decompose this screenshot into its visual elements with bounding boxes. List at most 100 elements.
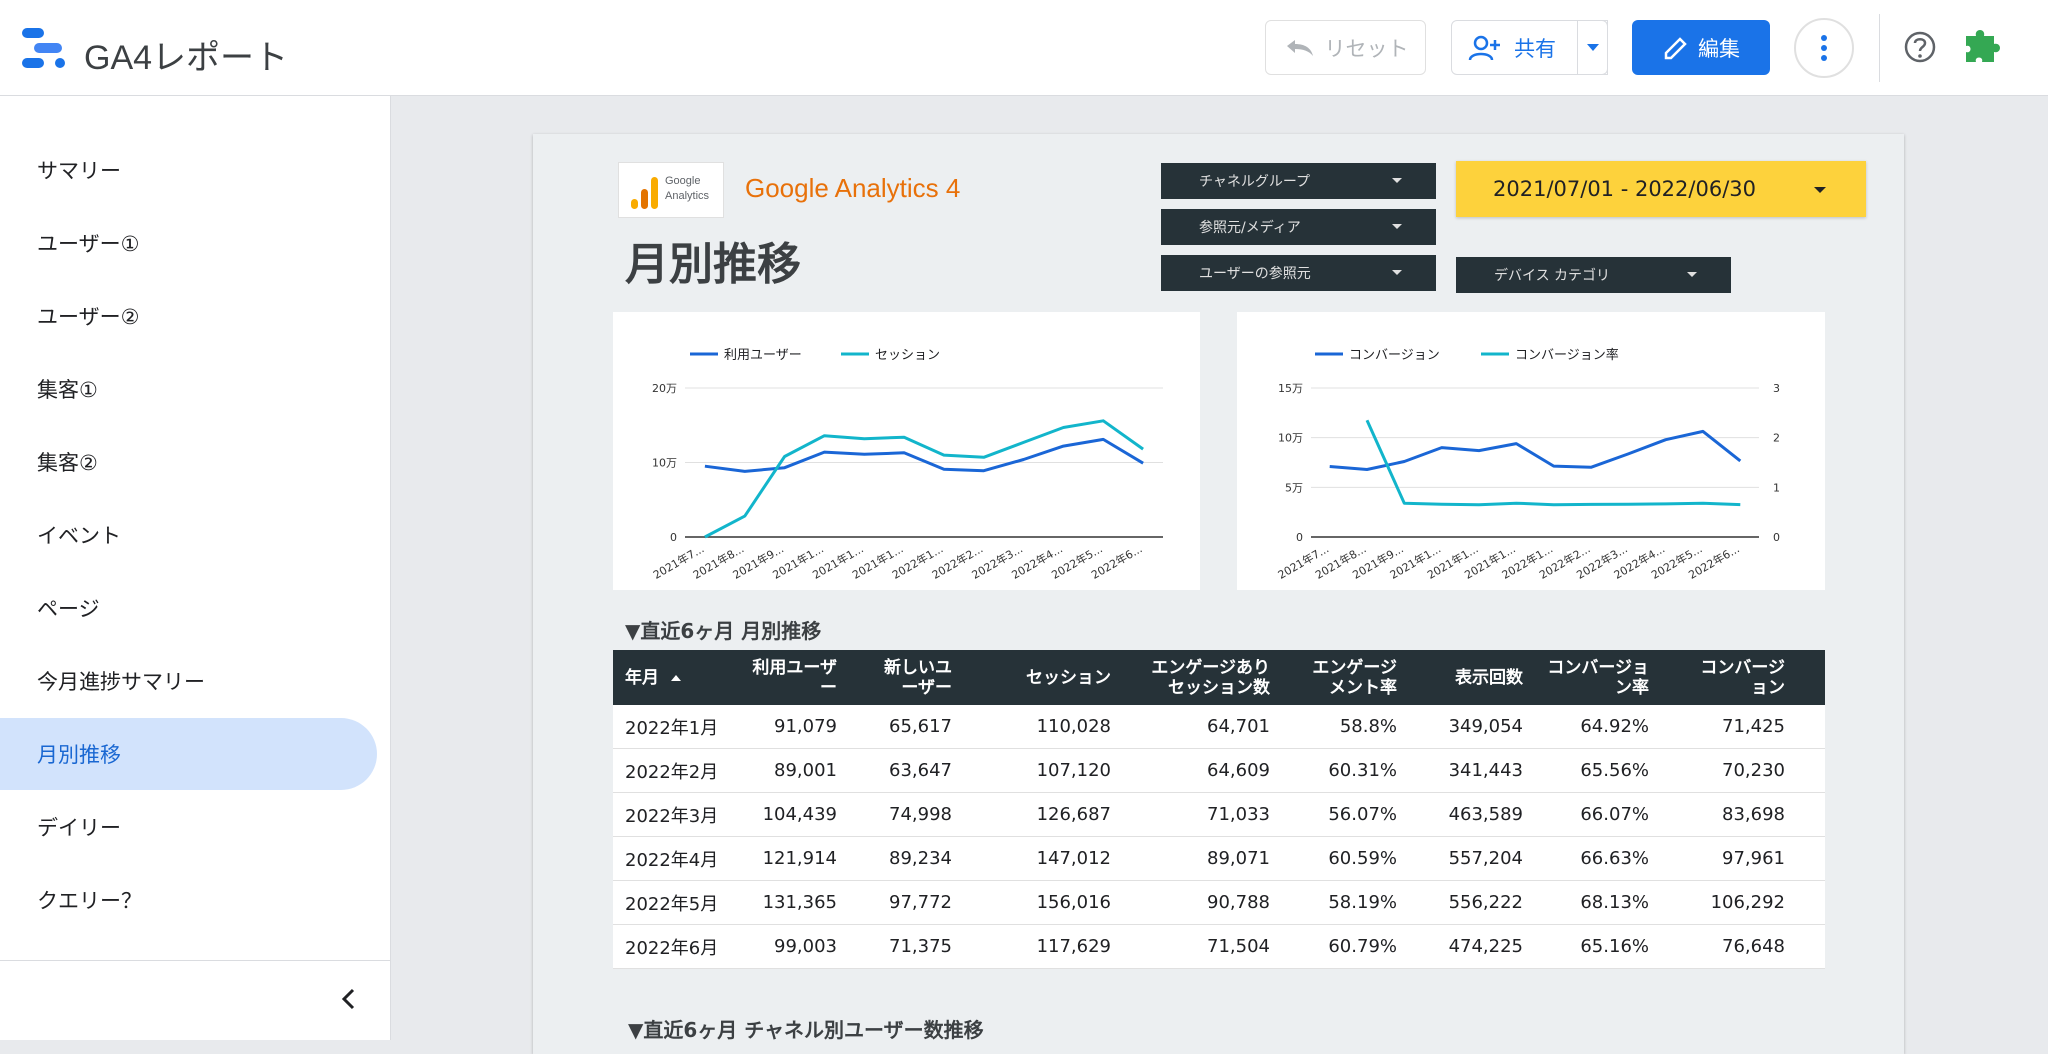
sort-ascending-icon	[671, 674, 681, 681]
column-header-text: 年月	[625, 667, 659, 688]
table-cell: 64,609	[1207, 760, 1270, 781]
sidebar-item-monthly-progress[interactable]: 今月進捗サマリー	[0, 645, 377, 717]
table-cell: 89,234	[889, 848, 952, 869]
edit-button[interactable]: 編集	[1632, 20, 1770, 75]
date-range-picker[interactable]: 2021/07/01 - 2022/06/30	[1456, 161, 1866, 217]
table-cell: 106,292	[1710, 892, 1785, 913]
table-cell: 60.31%	[1328, 760, 1397, 781]
y2-tick-label: 2	[1773, 432, 1780, 445]
table-cell: 97,961	[1722, 848, 1785, 869]
table-cell: 58.8%	[1339, 716, 1397, 737]
more-options-button[interactable]	[1794, 18, 1854, 78]
table-cell: 71,504	[1207, 936, 1270, 957]
column-header-label: セッション	[1026, 668, 1111, 688]
conversions-chart[interactable]: コンバージョン コンバージョン率05万10万15万01232021年7...202…	[1237, 312, 1825, 590]
table-cell: 89,001	[774, 760, 837, 781]
y-tick-label: 10万	[652, 457, 677, 470]
section-title-channel-users: ▼直近6ヶ月 チャネル別ユーザー数推移	[628, 1018, 984, 1042]
table-cell: 156,016	[1036, 892, 1111, 913]
filter-channel-group[interactable]: チャネルグループ	[1161, 163, 1436, 199]
table-cell: 64.92%	[1580, 716, 1649, 737]
column-header[interactable]: 年月	[613, 650, 733, 705]
ga-logo-text-2: Analytics	[665, 190, 710, 202]
table-cell: 104,439	[762, 804, 837, 825]
sidebar-item-pages[interactable]: ページ	[0, 572, 377, 644]
section-title-monthly: ▼直近6ヶ月 月別推移	[625, 619, 822, 643]
y-tick-label: 5万	[1285, 481, 1303, 494]
column-header-text: ーザー	[901, 677, 952, 698]
column-header-text: 新しいユ	[884, 657, 952, 678]
y-tick-label: 10万	[1278, 432, 1303, 445]
series-line	[704, 437, 1144, 473]
column-header[interactable]: エンゲージあり セッション数	[1121, 650, 1280, 705]
sidebar-item-summary[interactable]: サマリー	[0, 134, 377, 206]
table-cell: 58.19%	[1328, 892, 1397, 913]
column-header[interactable]: 表示回数	[1407, 650, 1533, 705]
table-cell: 2022年1月	[625, 717, 719, 739]
column-header[interactable]: セッション	[962, 650, 1121, 705]
table-cell: 56.07%	[1328, 804, 1397, 825]
table-cell: 90,788	[1207, 892, 1270, 913]
column-header-text: エンゲージ	[1312, 657, 1397, 678]
filter-device-category-label: デバイス カテゴリ	[1494, 268, 1611, 284]
column-header-label: コンバージ ョン	[1700, 658, 1785, 698]
column-header[interactable]: コンバージョ ン率	[1533, 650, 1659, 705]
share-options-button[interactable]	[1577, 20, 1608, 75]
y-tick-label: 0	[670, 531, 677, 544]
column-header-text: メント率	[1329, 677, 1397, 698]
table-cell: 349,054	[1448, 716, 1523, 737]
column-header-label: コンバージョ ン率	[1547, 658, 1649, 698]
column-header[interactable]: 利用ユーザー	[733, 650, 847, 705]
table-cell: 89,071	[1207, 848, 1270, 869]
filter-source-medium[interactable]: 参照元/メディア	[1161, 209, 1436, 245]
more-vert-icon	[1821, 35, 1827, 61]
column-header-text: ョン	[1751, 677, 1785, 698]
share-label: 共有	[1514, 36, 1556, 61]
column-header[interactable]: 新しいユ ーザー	[847, 650, 962, 705]
table-cell: 65.16%	[1580, 936, 1649, 957]
column-header-text: セッション数	[1168, 677, 1270, 698]
column-header-label: 利用ユーザー	[752, 658, 837, 698]
sidebar-item-users-2[interactable]: ユーザー②	[0, 280, 377, 352]
table-cell: 2022年5月	[625, 893, 719, 915]
table-cell: 66.63%	[1580, 848, 1649, 869]
column-header[interactable]: エンゲージ メント率	[1280, 650, 1407, 705]
table-cell: 2022年4月	[625, 849, 719, 871]
help-icon[interactable]	[1903, 30, 1937, 64]
column-header-text: 表示回数	[1455, 667, 1523, 688]
table-cell: 65,617	[889, 716, 952, 737]
caret-down-icon	[1586, 43, 1599, 51]
table-row: 2022年3月 104,439 74,998 126,687 71,033 56.07% 4…	[613, 793, 1825, 837]
series-line	[1329, 429, 1742, 471]
column-header[interactable]: コンバージ ョン	[1659, 650, 1795, 705]
filter-device-category[interactable]: デバイス カテゴリ	[1456, 257, 1731, 293]
caret-down-icon	[1392, 178, 1402, 183]
column-header-text: セッション	[1026, 667, 1111, 688]
column-header-label: 年月	[625, 668, 659, 688]
sidebar: サマリー ユーザー① ユーザー② 集客① 集客② イベント ページ 今月進捗サマ…	[0, 96, 391, 1040]
column-header-text: ン率	[1615, 677, 1649, 698]
reset-label: リセット	[1324, 36, 1409, 61]
puzzle-avatar-icon[interactable]	[1960, 24, 2010, 68]
sidebar-item-users-1[interactable]: ユーザー①	[0, 207, 377, 279]
sidebar-item-monthly-trend[interactable]: 月別推移	[0, 718, 377, 790]
sidebar-item-acquisition-1[interactable]: 集客①	[0, 353, 377, 425]
filter-user-source[interactable]: ユーザーの参照元	[1161, 255, 1436, 291]
sidebar-item-acquisition-2[interactable]: 集客②	[0, 426, 377, 498]
sidebar-item-query[interactable]: クエリー？	[0, 864, 377, 936]
users-sessions-chart-card: 利用ユーザー セッション 0 10万 20万 2021年7... 2021年8... 2021…	[613, 312, 1200, 590]
table-cell: 2022年2月	[625, 761, 719, 783]
column-header-text: コンバージ	[1700, 657, 1785, 678]
table-cell: 110,028	[1036, 716, 1111, 737]
caret-down-icon	[1392, 224, 1402, 229]
chevron-left-icon[interactable]	[334, 984, 364, 1014]
reset-button[interactable]: リセット	[1265, 20, 1426, 75]
filter-channel-group-label: チャネルグループ	[1199, 174, 1311, 190]
sidebar-item-events[interactable]: イベント	[0, 499, 377, 571]
users-sessions-chart[interactable]: 利用ユーザー セッション010万20万2021年7...2021年8...2021…	[613, 312, 1200, 590]
y-tick-label: 0	[1296, 531, 1303, 544]
sidebar-item-daily[interactable]: デイリー	[0, 791, 377, 863]
pencil-icon	[1664, 36, 1687, 59]
legend-label: セッション	[875, 348, 940, 363]
column-header-label: 表示回数	[1455, 668, 1523, 688]
